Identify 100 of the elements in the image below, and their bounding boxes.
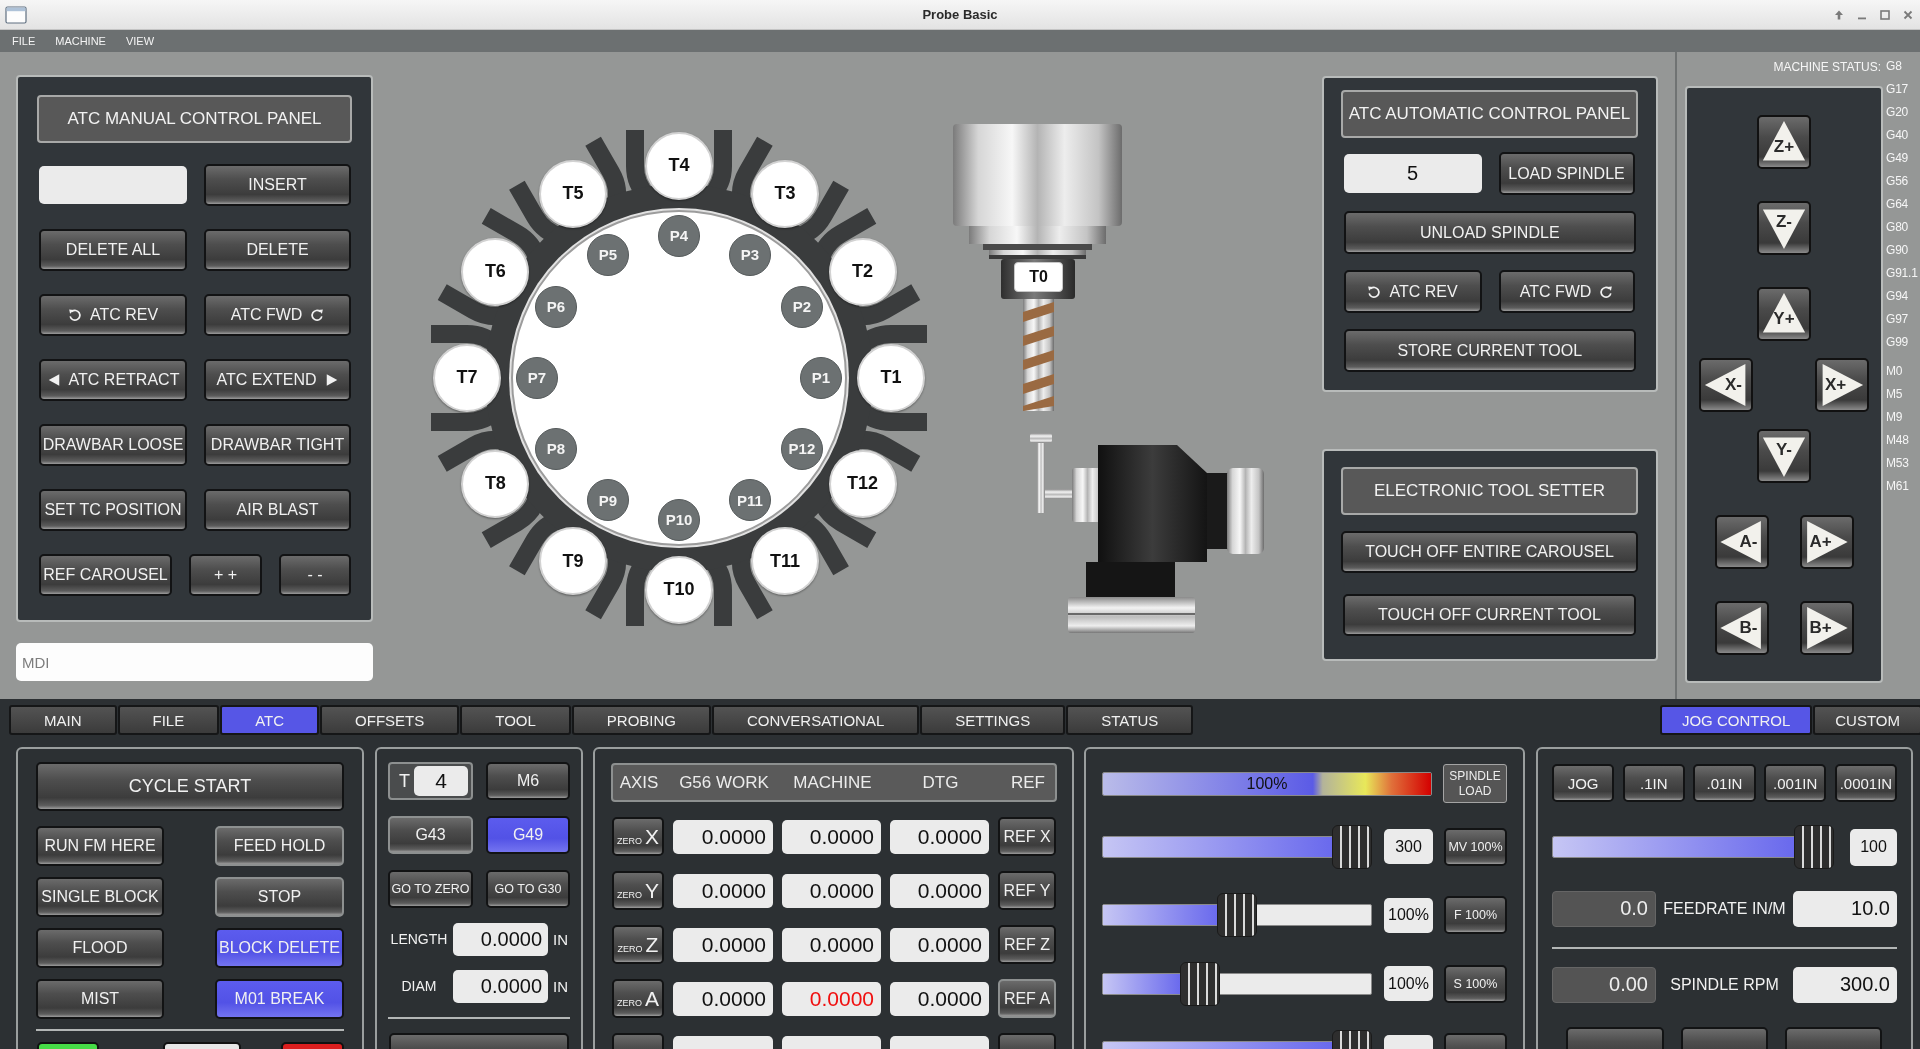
mist-button[interactable]: MIST	[36, 979, 164, 1019]
b-jog-button[interactable]: B-	[1714, 601, 1769, 655]
f-100-button[interactable]: F 100%	[1444, 896, 1507, 934]
tool-number-field[interactable]: 5	[1343, 154, 1482, 193]
unload-spindle-button[interactable]: UNLOAD SPINDLE	[1343, 211, 1636, 254]
step-button[interactable]: + +	[189, 554, 262, 596]
drawbar-loose-button[interactable]: DRAWBAR LOOSE	[39, 424, 187, 466]
atc-fwd-button[interactable]: ATC FWD	[204, 294, 351, 336]
value-field[interactable]: 100%	[1384, 897, 1433, 933]
atc-rev-button[interactable]: ATC REV	[1343, 270, 1482, 313]
slider-thumb[interactable]	[1332, 824, 1372, 869]
increment-button[interactable]: .01IN	[1693, 764, 1756, 802]
value-field[interactable]: 100%	[1384, 966, 1433, 1001]
input-field[interactable]: 0.0000	[453, 969, 548, 1003]
tab[interactable]: CONVERSATIONAL	[712, 705, 920, 735]
column-header: DTG	[921, 772, 960, 793]
atc-rev-button[interactable]: ATC REV	[39, 294, 187, 336]
drawbar-tight-button[interactable]: DRAWBAR TIGHT	[204, 424, 351, 466]
input-field[interactable]: 10.0	[1793, 890, 1897, 927]
m01-break-button[interactable]: M01 BREAK	[215, 979, 344, 1019]
slider-track[interactable]	[1102, 824, 1372, 869]
zero-z-button[interactable]: ZERO Z	[612, 925, 664, 964]
delete-button[interactable]: DELETE	[204, 229, 351, 271]
cycle-start-button[interactable]: CYCLE START	[36, 762, 344, 811]
menu-item[interactable]: FILE	[12, 35, 36, 47]
z-jog-button[interactable]: Z-	[1757, 201, 1811, 255]
tab[interactable]: ATC	[220, 705, 320, 735]
increment-button[interactable]: .001IN	[1764, 764, 1827, 802]
load-spindle-button[interactable]: LOAD SPINDLE	[1498, 152, 1635, 195]
touch-off-current-tool-button[interactable]: TOUCH OFF CURRENT TOOL	[1343, 594, 1636, 636]
store-current-tool-button[interactable]: STORE CURRENT TOOL	[1343, 329, 1636, 372]
touch-off-entire-carousel-button[interactable]: TOUCH OFF ENTIRE CAROUSEL	[1341, 531, 1638, 573]
y-jog-button[interactable]: Y+	[1757, 287, 1811, 341]
x-jog-button[interactable]: X-	[1699, 358, 1753, 412]
feed-hold-button[interactable]: FEED HOLD	[215, 826, 344, 866]
b-jog-button[interactable]: B+	[1799, 601, 1854, 655]
menu-item[interactable]: VIEW	[125, 35, 155, 47]
go-to-g30-button[interactable]: GO TO G30	[486, 869, 570, 908]
y-jog-button[interactable]: Y-	[1757, 429, 1811, 483]
mv-100-button[interactable]: MV 100%	[1444, 827, 1507, 866]
ref-carousel-button[interactable]: REF CAROUSEL	[39, 554, 172, 596]
delete-all-button[interactable]: DELETE ALL	[39, 229, 187, 271]
air-blast-button[interactable]: AIR BLAST	[204, 489, 351, 531]
tab[interactable]: STATUS	[1066, 705, 1194, 735]
zero-a-button[interactable]: ZERO A	[612, 979, 664, 1018]
tab[interactable]: OFFSETS	[320, 705, 460, 735]
x-jog-button[interactable]: X+	[1815, 358, 1869, 412]
ref-a-button[interactable]: REF A	[998, 979, 1056, 1018]
spindle-load-label: SPINDLE LOAD	[1443, 764, 1507, 803]
set-tc-position-button[interactable]: SET TC POSITION	[39, 489, 187, 531]
increment-button[interactable]: .0001IN	[1834, 764, 1897, 802]
increment-button[interactable]: .1IN	[1622, 764, 1685, 802]
input-field[interactable]: 0.0000	[453, 922, 548, 956]
g43-button[interactable]: G43	[388, 816, 473, 854]
value-field[interactable]: 300	[1384, 829, 1433, 864]
tab[interactable]: CUSTOM	[1813, 705, 1920, 735]
tab[interactable]: TOOL	[460, 705, 571, 735]
m6-button[interactable]: M6	[486, 762, 570, 800]
slider-track[interactable]	[1102, 893, 1372, 937]
step-button[interactable]: - -	[279, 554, 351, 596]
a-jog-button[interactable]: A+	[1799, 515, 1854, 569]
mdi-field[interactable]: MDI	[16, 643, 373, 681]
stop-button[interactable]: STOP	[215, 877, 344, 917]
tool-number-field[interactable]: 4	[414, 766, 468, 796]
single-block-button[interactable]: SINGLE BLOCK	[36, 877, 164, 917]
slider-thumb[interactable]	[1180, 961, 1221, 1006]
tab[interactable]: FILE	[117, 705, 220, 735]
up-arrow-icon[interactable]	[1833, 8, 1845, 21]
run-fm-here-button[interactable]: RUN FM HERE	[36, 826, 164, 866]
tab[interactable]: PROBING	[571, 705, 711, 735]
input-field[interactable]: 300.0	[1793, 966, 1897, 1003]
a-jog-button[interactable]: A-	[1714, 515, 1769, 569]
menu-item[interactable]: MACHINE	[55, 35, 106, 47]
atc-fwd-button[interactable]: ATC FWD	[1498, 270, 1635, 313]
block-delete-button[interactable]: BLOCK DELETE	[215, 928, 344, 968]
tab[interactable]: JOG CONTROL	[1659, 705, 1813, 735]
atc-extend-button[interactable]: ATC EXTEND	[204, 359, 351, 401]
zero-y-button[interactable]: ZERO Y	[612, 871, 664, 910]
ref-y-button[interactable]: REF Y	[998, 871, 1056, 910]
tab[interactable]: SETTINGS	[920, 705, 1066, 735]
slider-track[interactable]	[1552, 825, 1834, 869]
zero-x-button[interactable]: ZERO X	[612, 817, 664, 856]
value-field[interactable]: 100	[1850, 828, 1897, 866]
maximize-icon[interactable]	[1879, 8, 1891, 21]
slider-thumb[interactable]	[1794, 825, 1834, 869]
atc-retract-button[interactable]: ATC RETRACT	[39, 359, 187, 401]
tab[interactable]: MAIN	[9, 705, 117, 735]
ref-z-button[interactable]: REF Z	[998, 925, 1056, 964]
go-to-zero-button[interactable]: GO TO ZERO	[388, 869, 473, 908]
increment-button[interactable]: JOG	[1552, 764, 1615, 802]
slider-track[interactable]	[1102, 961, 1372, 1006]
input-field[interactable]	[39, 166, 187, 204]
ref-x-button[interactable]: REF X	[998, 817, 1056, 856]
flood-button[interactable]: FLOOD	[36, 928, 164, 968]
z-jog-button[interactable]: Z+	[1757, 115, 1811, 169]
s-100-button[interactable]: S 100%	[1444, 964, 1507, 1003]
g49-button[interactable]: G49	[486, 816, 570, 854]
slider-thumb[interactable]	[1217, 893, 1257, 937]
close-icon[interactable]	[1902, 8, 1914, 21]
insert-button[interactable]: INSERT	[204, 164, 351, 206]
